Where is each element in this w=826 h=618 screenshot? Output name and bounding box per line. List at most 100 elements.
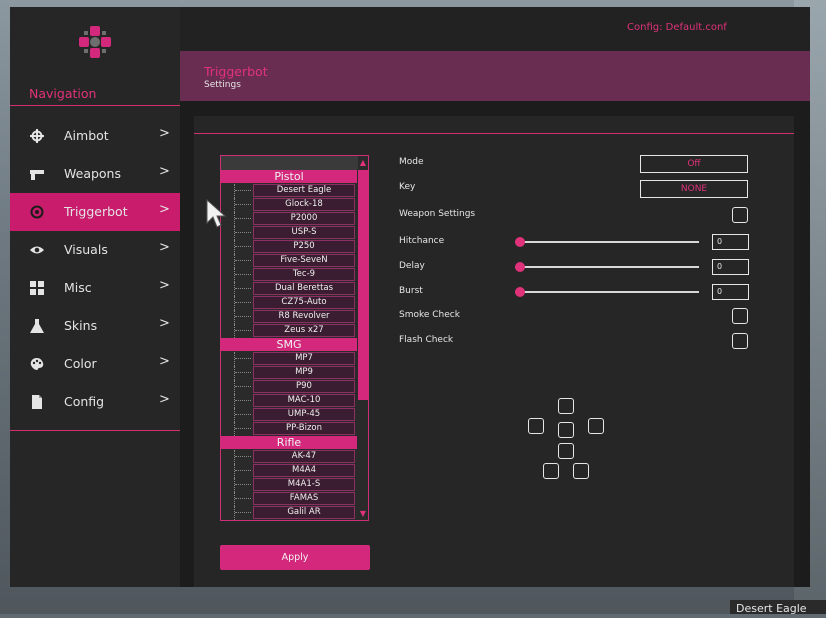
scroll-up-icon[interactable]: ▲ [358, 157, 368, 169]
navigation-title: Navigation [29, 86, 97, 101]
hitchance-slider[interactable] [515, 235, 699, 249]
slider-knob[interactable] [515, 262, 525, 272]
sidebar-item-label: Weapons [64, 166, 121, 181]
weapon-item[interactable]: Desert Eagle [253, 184, 355, 197]
hitbox-chest-checkbox[interactable] [558, 422, 574, 438]
slider-knob[interactable] [515, 287, 525, 297]
weapon-item[interactable]: P2000 [253, 212, 355, 225]
weapon-item[interactable]: UMP-45 [253, 408, 355, 421]
flash-check-label: Flash Check [399, 335, 454, 345]
hitchance-input[interactable]: 0 [712, 234, 749, 250]
weapon-group-rifle[interactable]: Rifle [221, 436, 357, 449]
sidebar-item-aimbot[interactable]: Aimbot > [10, 117, 180, 155]
tree-connector [234, 282, 253, 296]
sidebar-item-config[interactable]: Config > [10, 383, 180, 421]
tree-connector [234, 408, 253, 422]
hitbox-right-arm-checkbox[interactable] [588, 418, 604, 434]
sidebar-item-weapons[interactable]: Weapons > [10, 155, 180, 193]
tree-connector [234, 506, 253, 520]
weapon-settings-checkbox[interactable] [732, 207, 748, 223]
weapon-item[interactable]: Five-SeveN [253, 254, 355, 267]
weapon-item[interactable]: Glock-18 [253, 198, 355, 211]
weapon-group-pistol[interactable]: Pistol [221, 170, 357, 183]
list-item: MAC-10 [221, 394, 357, 408]
list-item: Zeus x27 [221, 324, 357, 338]
list-item: R8 Revolver [221, 310, 357, 324]
list-item: MP7 [221, 352, 357, 366]
list-item: Five-SeveN [221, 254, 357, 268]
scroll-down-icon[interactable]: ▼ [358, 508, 368, 520]
tree-connector [234, 352, 253, 366]
list-item: UMP-45 [221, 408, 357, 422]
hitbox-right-leg-checkbox[interactable] [573, 463, 589, 479]
tree-connector [234, 184, 253, 198]
page-title: Triggerbot [204, 64, 268, 79]
key-bind-button[interactable]: NONE [640, 180, 748, 198]
sidebar-item-skins[interactable]: Skins > [10, 307, 180, 345]
weapon-item[interactable]: R8 Revolver [253, 310, 355, 323]
chevron-right-icon: > [159, 240, 170, 255]
sidebar-item-color[interactable]: Color > [10, 345, 180, 383]
sidebar-item-label: Misc [64, 280, 92, 295]
chevron-right-icon: > [159, 354, 170, 369]
weapon-item[interactable]: USP-S [253, 226, 355, 239]
weapon-item[interactable]: MP7 [253, 352, 355, 365]
flash-check-checkbox[interactable] [732, 333, 748, 349]
slider-knob[interactable] [515, 237, 525, 247]
tree-connector [234, 422, 253, 436]
sidebar-item-label: Color [64, 356, 97, 371]
settings-panel: ▲ ▼ Pistol Desert Eagle Glock-18 P2000 U… [194, 116, 794, 587]
chevron-right-icon: > [159, 392, 170, 407]
smoke-check-checkbox[interactable] [732, 308, 748, 324]
hitbox-head-checkbox[interactable] [558, 398, 574, 414]
weapon-item[interactable]: FAMAS [253, 492, 355, 505]
weapon-item[interactable]: Tec-9 [253, 268, 355, 281]
list-item: CZ75-Auto [221, 296, 357, 310]
chevron-right-icon: > [159, 316, 170, 331]
hitbox-left-arm-checkbox[interactable] [528, 418, 544, 434]
tree-connector [234, 254, 253, 268]
sidebar-item-misc[interactable]: Misc > [10, 269, 180, 307]
sidebar-item-visuals[interactable]: Visuals > [10, 231, 180, 269]
sidebar-item-triggerbot[interactable]: Triggerbot > [10, 193, 180, 231]
weapon-item[interactable]: PP-Bizon [253, 422, 355, 435]
weapon-group-smg[interactable]: SMG [221, 338, 357, 351]
weapon-item[interactable]: AK-47 [253, 450, 355, 463]
weapon-item[interactable]: Dual Berettas [253, 282, 355, 295]
delay-label: Delay [399, 261, 425, 271]
top-bar: Config: Default.conf [180, 7, 810, 51]
weapon-item[interactable]: CZ75-Auto [253, 296, 355, 309]
list-item: Desert Eagle [221, 184, 357, 198]
weapon-item[interactable]: M4A1-S [253, 478, 355, 491]
nav-divider-bottom [10, 430, 180, 431]
delay-slider[interactable] [515, 260, 699, 274]
apply-button[interactable]: Apply [220, 545, 370, 570]
delay-input[interactable]: 0 [712, 259, 749, 275]
weapon-item[interactable]: MAC-10 [253, 394, 355, 407]
weapon-item[interactable]: Zeus x27 [253, 324, 355, 337]
sidebar-item-label: Config [64, 394, 105, 409]
mouse-cursor-icon [206, 199, 227, 228]
slider-track [515, 291, 699, 293]
tree-connector [234, 296, 253, 310]
burst-label: Burst [399, 286, 423, 296]
burst-slider[interactable] [515, 285, 699, 299]
mode-button[interactable]: Off [640, 155, 748, 173]
weapon-item[interactable]: MP9 [253, 366, 355, 379]
hitchance-label: Hitchance [399, 236, 445, 246]
weapon-item[interactable]: P250 [253, 240, 355, 253]
weapon-item[interactable]: Galil AR [253, 506, 355, 519]
weapon-item[interactable]: M4A4 [253, 464, 355, 477]
hitbox-left-leg-checkbox[interactable] [543, 463, 559, 479]
weapon-list[interactable]: ▲ ▼ Pistol Desert Eagle Glock-18 P2000 U… [220, 155, 369, 521]
weapon-item[interactable]: P90 [253, 380, 355, 393]
chevron-right-icon: > [159, 202, 170, 217]
list-item: P250 [221, 240, 357, 254]
page-header: Triggerbot Settings [180, 51, 810, 101]
sidebar: Navigation Aimbot > Weapons > Triggerbot… [10, 7, 180, 587]
hitbox-stomach-checkbox[interactable] [558, 443, 574, 459]
sidebar-item-label: Visuals [64, 242, 108, 257]
burst-input[interactable]: 0 [712, 284, 749, 300]
tree-connector [234, 324, 253, 338]
scrollbar-thumb[interactable] [358, 170, 368, 400]
